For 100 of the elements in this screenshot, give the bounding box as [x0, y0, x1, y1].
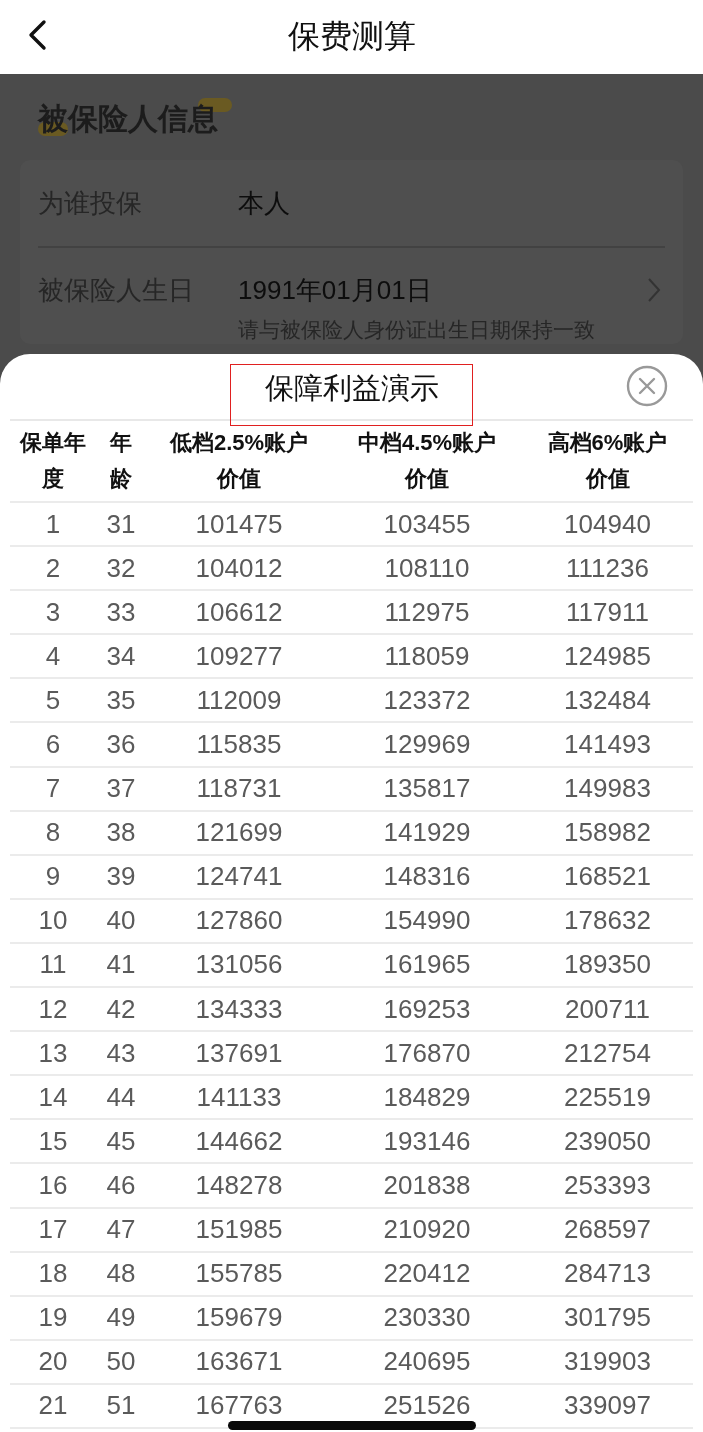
table-cell: 301795	[564, 1302, 651, 1334]
table-cell: 32	[106, 552, 136, 584]
table-cell: 212754	[564, 1037, 651, 1069]
page-title: 保费测算	[287, 17, 416, 56]
table-cell: 101475	[195, 508, 283, 540]
table-cell: 141493	[564, 729, 651, 760]
table-cell: 8	[45, 817, 61, 849]
table-cell: 115835	[196, 729, 282, 760]
table-cell: 4	[45, 640, 61, 672]
table-cell: 159679	[195, 1302, 283, 1334]
table-cell: 123372	[383, 684, 471, 716]
table-cell: 33	[106, 596, 136, 628]
field-value[interactable]: 1991年01月01日	[238, 272, 647, 308]
table-cell: 40	[106, 905, 136, 937]
table-cell: 51	[106, 1390, 136, 1422]
table-cell: 50	[106, 1346, 136, 1378]
table-cell: 18	[38, 1258, 68, 1290]
table-cell: 36	[106, 729, 136, 760]
table-cell: 268597	[564, 1214, 651, 1246]
table-cell: 112009	[196, 684, 282, 716]
table-cell: 148278	[195, 1169, 283, 1201]
table-cell: 13	[38, 1037, 68, 1069]
table-cell: 149983	[564, 773, 651, 805]
sheet-title: 保障利益演示	[230, 364, 473, 426]
table-cell: 19	[38, 1302, 68, 1334]
table-cell: 155785	[195, 1258, 283, 1290]
table-cell: 169253	[383, 993, 471, 1025]
table-cell: 37	[106, 773, 136, 805]
table-cell: 39	[106, 861, 136, 893]
table-cell: 111236	[566, 552, 649, 584]
column-header: 高档6%账户价值	[546, 429, 669, 493]
table-cell: 15	[38, 1125, 68, 1157]
table-cell: 225519	[564, 1081, 651, 1113]
table-cell: 132484	[564, 684, 651, 716]
table-cell: 239050	[564, 1125, 651, 1157]
table-cell: 112975	[384, 596, 470, 628]
table-cell: 189350	[564, 949, 651, 981]
table-cell: 3	[45, 596, 61, 628]
table-cell: 141133	[196, 1081, 282, 1113]
column-header: 保单年度	[18, 429, 87, 493]
table-cell: 163671	[195, 1346, 283, 1378]
table-cell: 42	[106, 993, 136, 1025]
table-cell: 220412	[383, 1258, 471, 1290]
table-cell: 121699	[195, 817, 283, 849]
chevron-icon[interactable]	[647, 277, 661, 303]
table-cell: 339097	[564, 1390, 651, 1422]
table-cell: 151985	[195, 1214, 283, 1246]
field-value: 本人	[238, 186, 291, 220]
table-cell: 137691	[195, 1037, 283, 1069]
table-cell: 124985	[564, 640, 651, 672]
table-cell: 104940	[564, 508, 651, 540]
table-cell: 148316	[383, 861, 471, 893]
table-cell: 17	[38, 1214, 68, 1246]
table-cell: 43	[106, 1037, 136, 1069]
table-cell: 253393	[564, 1169, 651, 1201]
table-cell: 135817	[383, 773, 471, 805]
table-cell: 210920	[383, 1214, 471, 1246]
table-cell: 109277	[195, 640, 283, 672]
table-cell: 47	[106, 1214, 136, 1246]
back-icon[interactable]	[27, 19, 47, 51]
table-cell: 240695	[383, 1346, 471, 1378]
table-cell: 49	[106, 1302, 136, 1334]
table-cell: 141929	[383, 817, 471, 849]
close-icon[interactable]	[626, 365, 668, 407]
table-cell: 118731	[196, 773, 282, 805]
table-cell: 21	[38, 1390, 68, 1422]
table-cell: 154990	[383, 905, 471, 937]
table-cell: 106612	[195, 596, 283, 628]
table-cell: 200711	[565, 993, 650, 1025]
table-cell: 48	[106, 1258, 136, 1290]
table-cell: 168521	[564, 861, 651, 893]
table-cell: 129969	[383, 729, 471, 760]
table-cell: 124741	[195, 861, 283, 893]
table-cell: 184829	[383, 1081, 471, 1113]
table-cell: 46	[106, 1169, 136, 1201]
table-cell: 44	[106, 1081, 136, 1113]
table-cell: 158982	[564, 817, 651, 849]
table-cell: 178632	[564, 905, 651, 937]
table-cell: 2	[45, 552, 61, 584]
table-cell: 131056	[195, 949, 283, 981]
table-cell: 251526	[383, 1390, 471, 1422]
table-cell: 20	[38, 1346, 68, 1378]
table-cell: 11	[39, 949, 67, 981]
table-cell: 117911	[566, 596, 649, 628]
table-cell: 230330	[383, 1302, 471, 1334]
table-cell: 41	[106, 949, 136, 981]
table-cell: 34	[106, 640, 136, 672]
column-header: 低档2.5%账户价值	[168, 429, 310, 493]
table-cell: 108110	[384, 552, 470, 584]
table-cell: 127860	[195, 905, 283, 937]
table-cell: 319903	[564, 1346, 651, 1378]
table-cell: 176870	[383, 1037, 471, 1069]
table-cell: 118059	[384, 640, 470, 672]
column-header: 中档4.5%账户价值	[356, 429, 498, 493]
table-cell: 7	[45, 773, 61, 805]
table-cell: 103455	[383, 508, 471, 540]
table-cell: 6	[45, 729, 61, 760]
table-cell: 31	[106, 508, 136, 540]
table-cell: 5	[45, 684, 61, 716]
table-cell: 45	[106, 1125, 136, 1157]
